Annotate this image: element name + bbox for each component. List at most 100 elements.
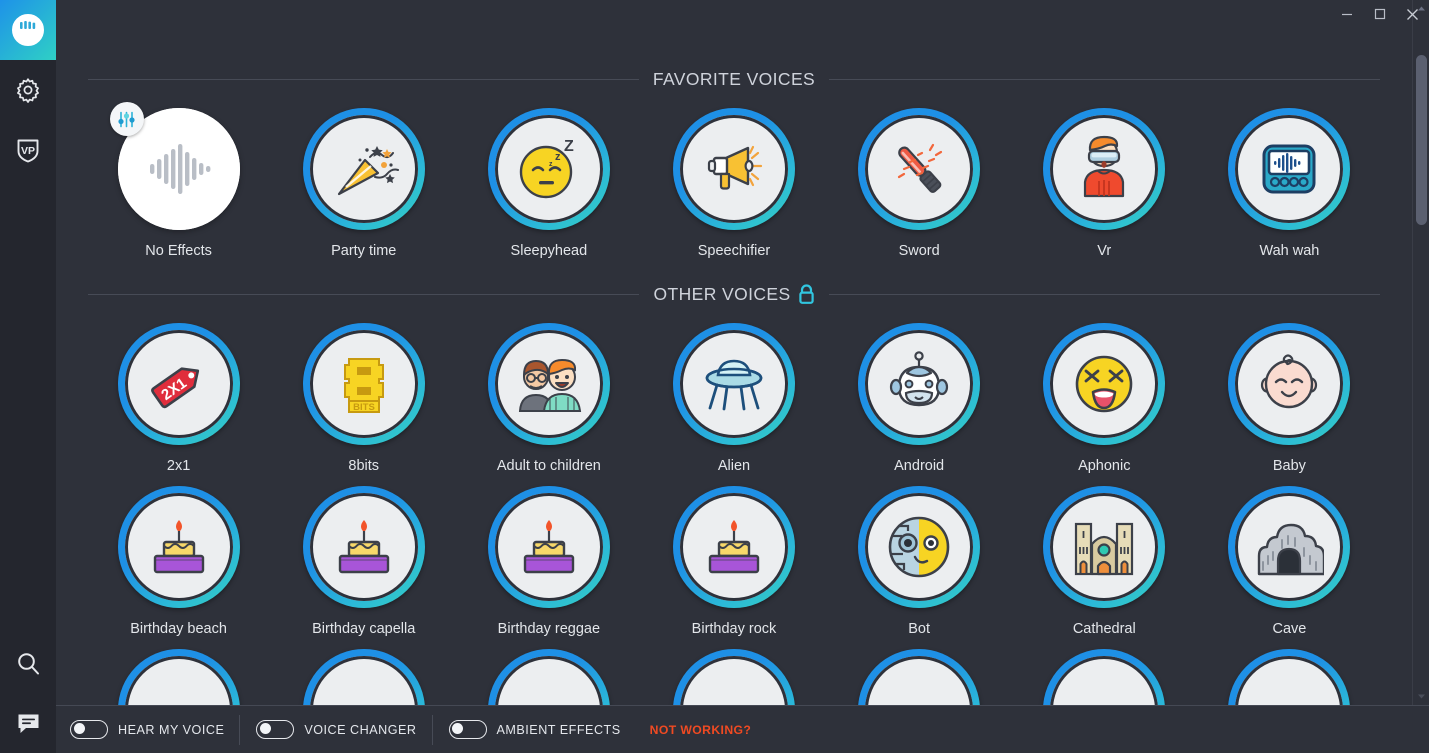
- voice-tile-art: [1228, 649, 1351, 705]
- close-button[interactable]: [1396, 0, 1429, 28]
- voice-tile-art: [1228, 108, 1351, 230]
- minimize-button[interactable]: [1330, 0, 1363, 28]
- voice-label: Cathedral: [1072, 621, 1136, 637]
- robot-head-icon: [890, 351, 949, 407]
- voice-label: No Effects: [145, 243, 212, 259]
- title-bar: [56, 0, 1429, 36]
- voice-tile-art: [858, 649, 981, 705]
- voice-tile-partial[interactable]: [271, 637, 456, 705]
- sidebar-item-search[interactable]: [0, 633, 56, 693]
- voice-label: Android: [894, 458, 945, 474]
- svg-text:VP: VP: [21, 145, 35, 157]
- voice-tile-inner: [494, 656, 603, 705]
- birthday-cake-icon: [153, 520, 204, 574]
- voice-tile-inner: [1050, 656, 1159, 705]
- sidebar-item-settings[interactable]: [0, 60, 56, 120]
- voice-tile-bot[interactable]: Bot: [827, 474, 1012, 637]
- 8bit-icon: BITS: [343, 358, 384, 413]
- voice-tile-partial[interactable]: [456, 637, 641, 705]
- lock-icon[interactable]: [798, 284, 815, 304]
- voice-tile-birthday-rock[interactable]: Birthday rock: [641, 474, 826, 637]
- maximize-button[interactable]: [1363, 0, 1396, 28]
- toggle-hear-my-voice[interactable]: HEAR MY VOICE: [70, 715, 239, 745]
- voice-tile-baby[interactable]: Baby: [1197, 311, 1382, 474]
- voice-label: Aphonic: [1078, 458, 1131, 474]
- switch-knob: [452, 723, 464, 734]
- baby-face-icon: [1261, 354, 1318, 409]
- voice-tile-art: [109, 102, 240, 230]
- voice-tile-cave[interactable]: Cave: [1197, 474, 1382, 637]
- voice-tile-adult-to-children[interactable]: Adult to children: [456, 311, 641, 474]
- hear-my-voice-switch[interactable]: [70, 720, 108, 739]
- voice-label: Birthday reggae: [497, 621, 601, 637]
- voice-tile-art: [1228, 486, 1351, 608]
- voice-tile-8bits[interactable]: BITS 8bits: [271, 311, 456, 474]
- voice-tile-cathedral[interactable]: Cathedral: [1012, 474, 1197, 637]
- voice-tile-inner: [309, 493, 418, 601]
- voice-settings-badge[interactable]: [109, 102, 144, 136]
- voice-tile-speechifier[interactable]: Speechifier: [641, 96, 826, 259]
- voice-tile-partial[interactable]: [641, 637, 826, 705]
- svg-text:Z: Z: [564, 138, 574, 155]
- section-header-favorite-voices: FAVORITE VOICES: [86, 62, 1382, 96]
- voice-tile-aphonic[interactable]: Aphonic: [1012, 311, 1197, 474]
- voice-tile-inner: [1235, 493, 1344, 601]
- scrollbar-thumb[interactable]: [1416, 55, 1427, 225]
- voice-tile-2x1[interactable]: 2X1 2x1: [86, 311, 271, 474]
- voice-list-scroll-area[interactable]: FAVORITE VOICES No Effects Party time Z …: [56, 0, 1412, 705]
- voice-tile-art: [302, 108, 425, 230]
- voice-tile-partial[interactable]: [1197, 637, 1382, 705]
- toggle-label: AMBIENT EFFECTS: [496, 722, 621, 737]
- megaphone-icon: [707, 145, 763, 190]
- toggle-voice-changer[interactable]: VOICE CHANGER: [239, 714, 431, 745]
- vertical-scrollbar[interactable]: [1412, 0, 1429, 705]
- voicemod-logo-icon: [12, 14, 44, 46]
- vr-headset-person-icon: [1084, 135, 1125, 198]
- voice-label: Bot: [908, 621, 931, 637]
- wah-pedal-icon: [1262, 144, 1316, 194]
- voice-tile-no-effects[interactable]: No Effects: [86, 96, 271, 259]
- voice-tile-wah-wah[interactable]: Wah wah: [1197, 96, 1382, 259]
- voice-tile-alien[interactable]: Alien: [641, 311, 826, 474]
- voice-tile-party-time[interactable]: Party time: [271, 96, 456, 259]
- voice-tile-art: [302, 649, 425, 705]
- app-logo-button[interactable]: [0, 0, 56, 60]
- voice-tile-android[interactable]: Android: [827, 311, 1012, 474]
- voice-tile-partial[interactable]: [86, 637, 271, 705]
- voice-tile-art: BITS: [302, 323, 425, 445]
- voice-tile-art: [1228, 323, 1351, 445]
- voice-changer-switch[interactable]: [256, 720, 295, 739]
- voice-label: Birthday capella: [312, 621, 416, 637]
- maximize-icon: [1374, 8, 1385, 20]
- voice-tile-sword[interactable]: Sword: [827, 96, 1012, 259]
- voice-tile-birthday-reggae[interactable]: Birthday reggae: [456, 474, 641, 637]
- voice-tile-partial[interactable]: [827, 637, 1012, 705]
- sidebar-item-voicemod-pro[interactable]: VP: [0, 120, 56, 180]
- ambient-effects-switch[interactable]: [448, 720, 487, 739]
- scroll-down-arrow[interactable]: [1413, 688, 1429, 705]
- not-working-link[interactable]: NOT WORKING?: [650, 723, 752, 737]
- voice-tile-inner: [494, 330, 603, 438]
- voice-tile-inner: [679, 115, 788, 223]
- toggle-ambient-effects[interactable]: AMBIENT EFFECTS: [431, 714, 636, 745]
- birthday-cake-icon: [338, 520, 389, 574]
- voice-tile-inner: [309, 115, 418, 223]
- voice-tile-partial[interactable]: [1012, 637, 1197, 705]
- waveform-icon: [149, 144, 210, 194]
- voice-tile-birthday-beach[interactable]: Birthday beach: [86, 474, 271, 637]
- ufo-icon: [705, 359, 763, 411]
- voice-tile-birthday-capella[interactable]: Birthday capella: [271, 474, 456, 637]
- voice-tile-inner: [309, 656, 418, 705]
- close-icon: [1407, 8, 1418, 20]
- gear-icon: [17, 78, 39, 103]
- voice-tile-sleepyhead[interactable]: Z z z Sleepyhead: [456, 96, 641, 259]
- voice-tile-inner: [679, 493, 788, 601]
- vp-shield-icon: VP: [17, 139, 39, 163]
- sidebar-item-chat[interactable]: [0, 693, 56, 753]
- voice-tile-art: [487, 486, 610, 608]
- sidebar: VP: [0, 0, 56, 753]
- section-title-wrap: OTHER VOICES: [653, 284, 814, 305]
- voice-tile-art: Z z z: [487, 108, 610, 230]
- voice-tile-vr[interactable]: Vr: [1012, 96, 1197, 259]
- section-header-other-voices: OTHER VOICES: [86, 277, 1382, 311]
